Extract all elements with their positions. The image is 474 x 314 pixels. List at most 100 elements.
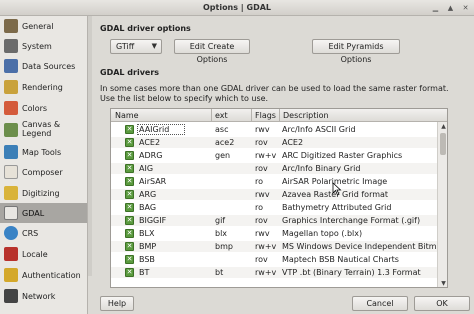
column-header-ext[interactable]: ext [215,111,228,120]
table-row[interactable]: ✕ ADRG gen rw+v ARC Digitized Raster Graphic… [111,150,437,161]
sidebar-item-composer[interactable]: Composer [0,162,87,182]
driver-enabled-checkbox[interactable]: ✕ [125,268,134,277]
sidebar-item-label: Locale [22,250,48,259]
canvas-icon [4,123,18,137]
scroll-up-icon[interactable]: ▲ [439,122,447,131]
column-header-description[interactable]: Description [283,111,329,120]
driver-description-cell: VTP .bt (Binary Terrain) 1.3 Format [282,268,421,277]
sidebar-item-colors[interactable]: Colors [0,98,87,118]
scrollbar-thumb[interactable] [440,133,446,155]
driver-enabled-checkbox[interactable]: ✕ [125,229,134,238]
driver-flags-cell: rov [255,138,268,147]
sidebar-item-data-sources[interactable]: Data Sources [0,56,87,76]
options-sidebar: General System Data Sources Rendering Co… [0,16,88,314]
driver-select[interactable]: GTiff ▼ [110,39,162,54]
ok-button[interactable]: OK [414,296,470,311]
lock-icon [4,268,18,282]
table-scrollbar[interactable]: ▲ ▼ [437,122,447,287]
driver-enabled-checkbox[interactable]: ✕ [125,203,134,212]
palette-icon [4,101,18,115]
driver-ext-cell: gen [215,151,231,160]
driver-name-cell: ARG [139,190,157,199]
sidebar-item-label: Composer [22,168,63,177]
driver-enabled-checkbox[interactable]: ✕ [125,190,134,199]
sidebar-item-map-tools[interactable]: Map Tools [0,142,87,162]
driver-name-cell: BSB [139,255,155,264]
driver-ext-cell: bmp [215,242,233,251]
sidebar-item-crs[interactable]: CRS [0,223,87,243]
sidebar-item-digitizing[interactable]: Digitizing [0,183,87,203]
table-row[interactable]: ✕ BSB rov Maptech BSB Nautical Charts [111,254,437,265]
edit-create-options-button[interactable]: Edit Create Options [174,39,250,64]
sidebar-item-label: Network [22,292,56,301]
sidebar-item-label: Colors [22,104,48,113]
driver-enabled-checkbox[interactable]: ✕ [125,125,134,134]
driver-flags-cell: rw+v [255,268,277,277]
sidebar-item-authentication[interactable]: Authentication [0,265,87,285]
driver-description-cell: Arc/Info Binary Grid [282,164,361,173]
brush-icon [4,80,18,94]
sidebar-item-general[interactable]: General [0,16,87,36]
sidebar-item-gdal[interactable]: GDAL [0,203,87,223]
driver-enabled-checkbox[interactable]: ✕ [125,242,134,251]
driver-description-cell: Magellan topo (.blx) [282,229,363,238]
scroll-down-icon[interactable]: ▼ [439,279,447,287]
sidebar-item-rendering[interactable]: Rendering [0,77,87,97]
driver-enabled-checkbox[interactable]: ✕ [125,151,134,160]
driver-enabled-checkbox[interactable]: ✕ [125,177,134,186]
driver-enabled-checkbox[interactable]: ✕ [125,216,134,225]
driver-flags-cell: ro [255,203,264,212]
driver-enabled-checkbox[interactable]: ✕ [125,164,134,173]
edit-pyramids-options-button[interactable]: Edit Pyramids Options [312,39,400,64]
driver-enabled-checkbox[interactable]: ✕ [125,138,134,147]
table-row[interactable]: ✕ BT bt rw+v VTP .bt (Binary Terrain) 1.3 Fo… [111,267,437,278]
column-header-flags[interactable]: Flags [255,111,276,120]
table-row[interactable]: ✕ BAG ro Bathymetry Attributed Grid [111,202,437,213]
column-header-name[interactable]: Name [115,111,139,120]
sidebar-item-label: Canvas & Legend [22,120,61,138]
driver-description-cell: AirSAR Polarimetric Image [282,177,388,186]
driver-name-cell: BAG [139,203,157,212]
cancel-button[interactable]: Cancel [352,296,408,311]
driver-enabled-checkbox[interactable]: ✕ [125,255,134,264]
table-row[interactable]: ✕ AAIGrid asc rwv Arc/Info ASCII Grid [111,124,437,135]
mouse-pointer-icon [332,182,342,196]
table-row[interactable]: ✕ AirSAR ro AirSAR Polarimetric Image [111,176,437,187]
table-row[interactable]: ✕ ARG rwv Azavea Raster Grid format [111,189,437,200]
driver-name-cell: BT [139,268,150,277]
sidebar-item-locale[interactable]: Locale [0,244,87,264]
map-tools-icon [4,145,18,159]
table-row[interactable]: ✕ ACE2 ace2 rov ACE2 [111,137,437,148]
driver-name-cell: BIGGIF [139,216,167,225]
table-row[interactable]: ✕ BIGGIF gif rov Graphics Interchange Format… [111,215,437,226]
maximize-icon[interactable]: ▲ [445,3,456,14]
driver-name-cell: ACE2 [139,138,161,147]
driver-description-cell: ARC Digitized Raster Graphics [282,151,403,160]
table-icon [4,59,18,73]
sidebar-item-system[interactable]: System [0,36,87,56]
sidebar-item-label: General [22,22,54,31]
driver-name-cell: ADRG [139,151,163,160]
driver-description-cell: MS Windows Device Independent Bitmap [282,242,438,251]
table-row[interactable]: ✕ BMP bmp rw+v MS Windows Device Independent… [111,241,438,252]
driver-name-cell: AAIGrid [139,125,170,134]
minimize-icon[interactable]: ▁ [430,3,441,14]
driver-description-cell: Azavea Raster Grid format [282,190,389,199]
close-icon[interactable]: ✕ [460,3,471,14]
sidebar-item-label: CRS [22,229,39,238]
table-row[interactable]: ✕ AIG rov Arc/Info Binary Grid [111,163,437,174]
driver-flags-cell: rw+v [255,242,277,251]
driver-name-cell: BMP [139,242,157,251]
sidebar-item-label: Map Tools [22,148,62,157]
sidebar-item-label: GDAL [22,209,45,218]
table-row[interactable]: ✕ BLX blx rwv Magellan topo (.blx) [111,228,437,239]
sidebar-item-label: Authentication [22,271,81,280]
title-bar: Options | GDAL ▁ ▲ ✕ [0,0,474,16]
chevron-down-icon: ▼ [151,42,157,50]
pencil-icon [4,186,18,200]
driver-ext-cell: ace2 [215,138,235,147]
sidebar-item-network[interactable]: Network [0,286,87,306]
sidebar-item-canvas-legend[interactable]: Canvas & Legend [0,118,87,142]
help-button[interactable]: Help [100,296,134,311]
window-title: Options | GDAL [202,3,272,12]
